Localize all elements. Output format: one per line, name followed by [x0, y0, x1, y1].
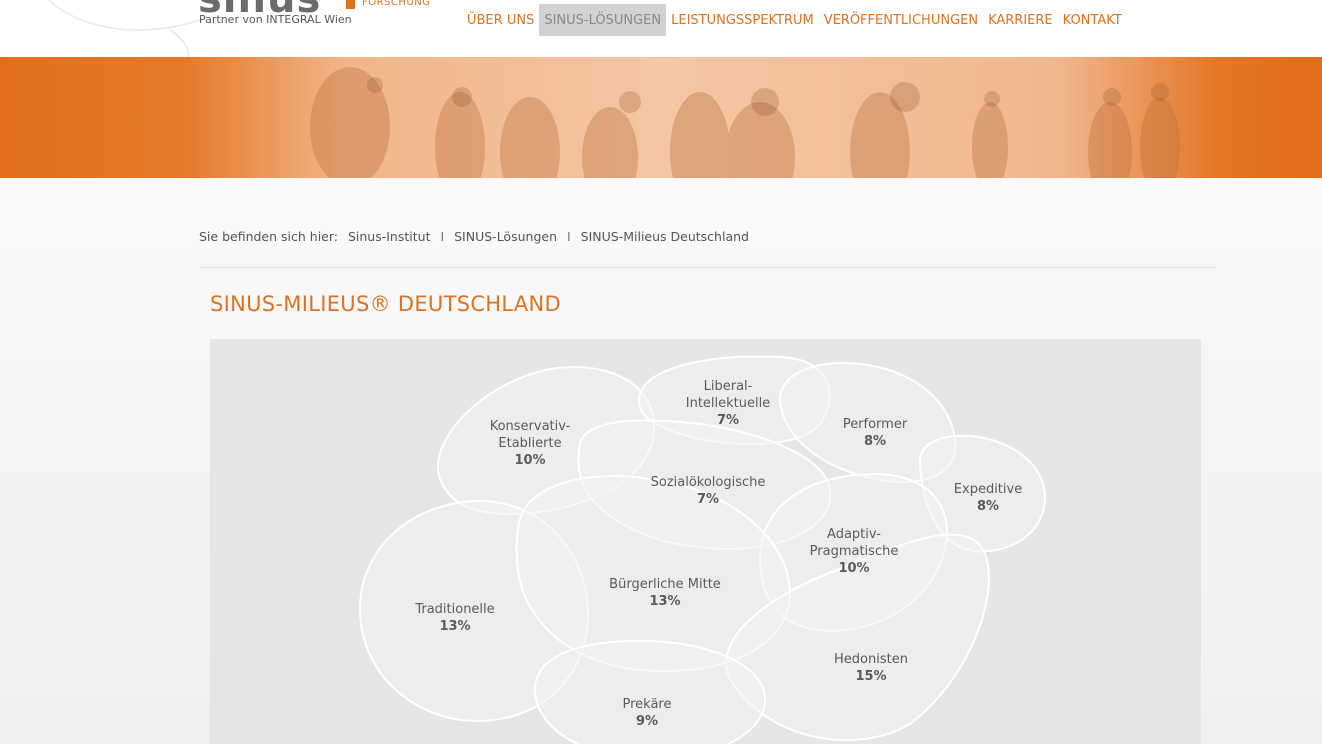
breadcrumb-separator: I [566, 229, 571, 244]
milieu-name: Hedonisten [834, 652, 908, 667]
milieu-name: Traditionelle [414, 602, 494, 617]
logo-subtitle: FORSCHUNG [362, 0, 431, 8]
nav-item-leistungsspektrum[interactable]: LEISTUNGSSPEKTRUM [666, 4, 819, 36]
nav-item-kontakt[interactable]: KONTAKT [1058, 4, 1127, 36]
nav-item-karriere[interactable]: KARRIERE [983, 4, 1058, 36]
logo-dot-icon [346, 0, 355, 9]
milieu-name: Intellektuelle [686, 396, 770, 411]
milieu-name: Bürgerliche Mitte [609, 577, 721, 592]
breadcrumb-item-sinus-institut[interactable]: Sinus-Institut [348, 229, 431, 244]
logo-partner-text: Partner von INTEGRAL Wien [199, 13, 352, 26]
milieu-name: Konservativ- [490, 419, 571, 434]
milieu-name: Performer [843, 417, 908, 432]
hero-banner-image [0, 57, 1322, 178]
nav-item-veroeffentlichungen[interactable]: VERÖFFENTLICHUNGEN [819, 4, 983, 36]
milieu-name: Prekäre [623, 697, 672, 712]
main-content: Sie befinden sich hier: Sinus-Institut I… [0, 178, 1322, 744]
milieu-percent: 7% [717, 413, 739, 428]
milieu-name: Etablierte [498, 436, 561, 451]
milieu-percent: 8% [864, 434, 886, 449]
milieu-percent: 7% [697, 492, 719, 507]
site-header: sinus FORSCHUNG Partner von INTEGRAL Wie… [0, 0, 1322, 57]
milieu-percent: 15% [855, 669, 886, 684]
milieu-percent: 8% [977, 499, 999, 514]
milieu-name: Adaptiv- [827, 527, 881, 542]
milieu-name: Expeditive [954, 482, 1022, 497]
milieu-percent: 13% [439, 619, 470, 634]
milieu-percent: 9% [636, 714, 658, 729]
nav-item-ueber-uns[interactable]: ÜBER UNS [462, 4, 539, 36]
nav-item-sinus-loesungen[interactable]: SINUS-LÖSUNGEN [539, 4, 667, 36]
milieu-name: Liberal- [704, 379, 753, 394]
milieu-diagram: Konservativ- Etablierte 10% Liberal- Int… [358, 355, 1047, 744]
crowd-silhouettes-decoration [310, 67, 1180, 178]
breadcrumb-item-sinus-milieus[interactable]: SINUS-Milieus Deutschland [581, 229, 749, 244]
milieu-percent: 13% [649, 594, 680, 609]
page-title: SINUS-MILIEUS® DEUTSCHLAND [210, 292, 562, 316]
main-navigation: ÜBER UNS SINUS-LÖSUNGEN LEISTUNGSSPEKTRU… [462, 4, 1127, 36]
breadcrumb: Sie befinden sich hier: Sinus-Institut I… [199, 229, 749, 244]
milieu-percent: 10% [514, 453, 545, 468]
milieu-diagram-panel: Konservativ- Etablierte 10% Liberal- Int… [210, 339, 1201, 744]
milieu-percent: 10% [838, 561, 869, 576]
breadcrumb-prefix: Sie befinden sich hier: [199, 229, 338, 244]
milieu-name: Sozialökologische [651, 475, 766, 490]
content-divider [199, 267, 1217, 268]
milieu-name: Pragmatische [810, 544, 899, 559]
breadcrumb-separator: I [440, 229, 445, 244]
breadcrumb-item-sinus-loesungen[interactable]: SINUS-Lösungen [454, 229, 557, 244]
